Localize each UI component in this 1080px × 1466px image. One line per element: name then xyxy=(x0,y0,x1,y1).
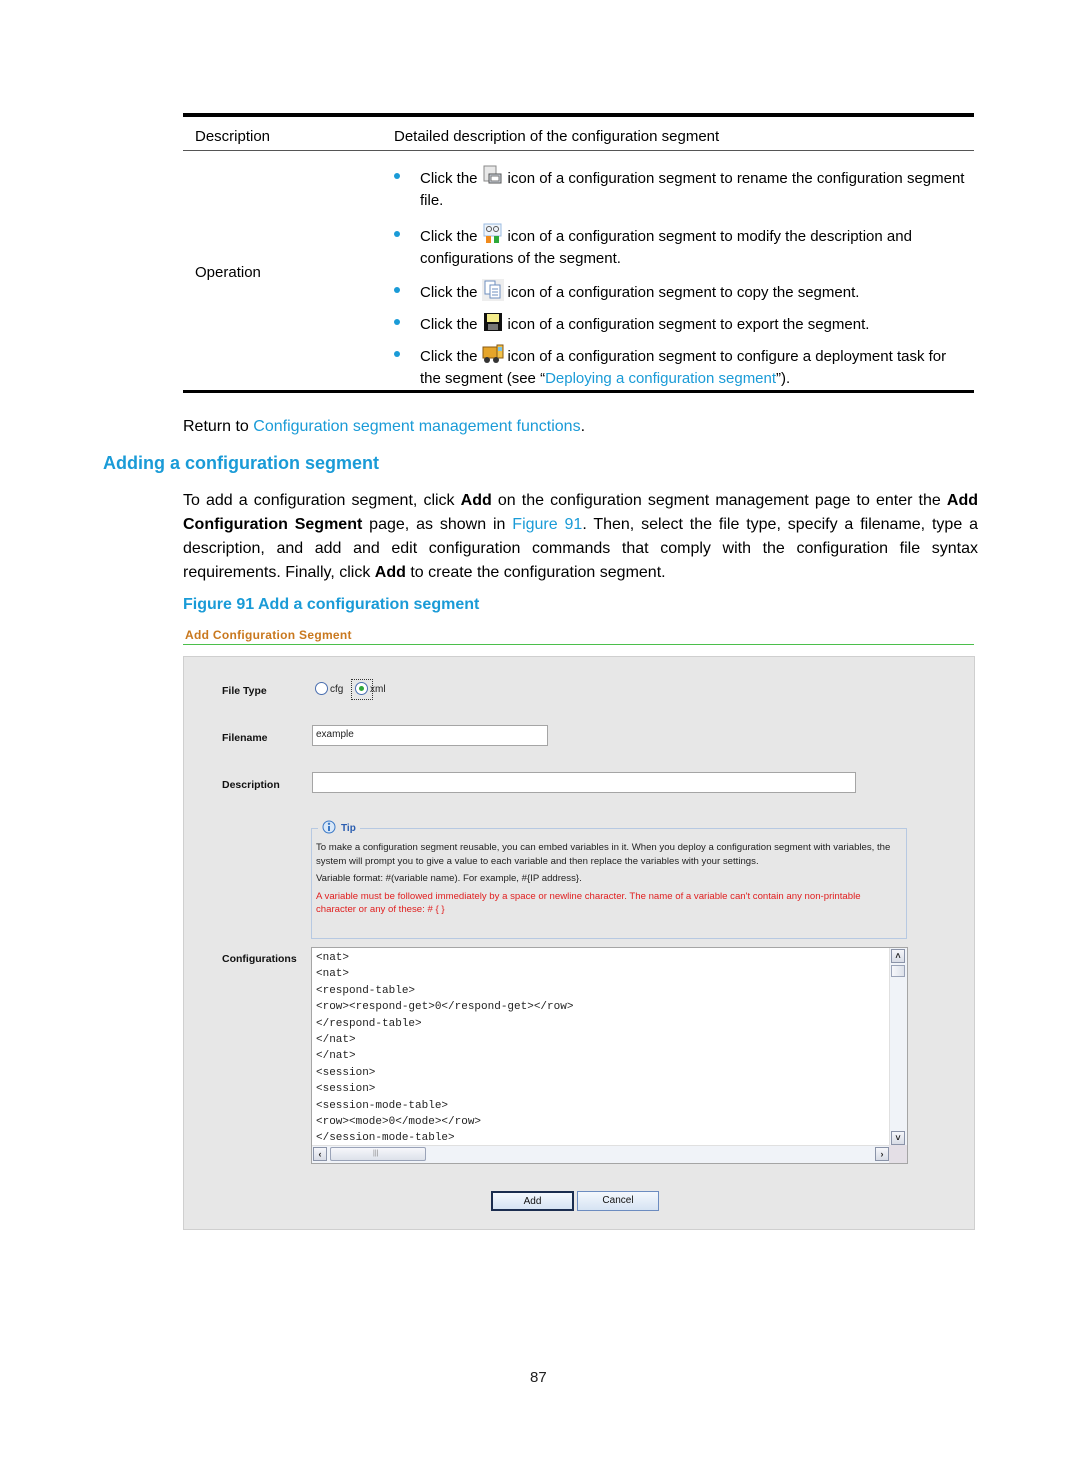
page-number: 87 xyxy=(530,1369,547,1386)
figure-91-link[interactable]: Figure 91 xyxy=(512,516,582,533)
modify-icon xyxy=(482,223,504,245)
scroll-up-button[interactable]: ˄ xyxy=(891,949,905,963)
scroll-right-button[interactable]: › xyxy=(875,1147,889,1161)
file-type-label: File Type xyxy=(222,685,267,697)
figure-page-title: Add Configuration Segment xyxy=(185,628,352,642)
table-header-rule xyxy=(183,150,974,151)
title-underline xyxy=(183,644,974,645)
table-header-detail: Detailed description of the configuratio… xyxy=(394,128,720,145)
segment-management-functions-link[interactable]: Configuration segment management functio… xyxy=(253,418,580,435)
cancel-button[interactable]: Cancel xyxy=(577,1191,659,1211)
filename-input[interactable]: example xyxy=(312,725,548,746)
tip-warning: A variable must be followed immediately … xyxy=(316,890,861,916)
configurations-label: Configurations xyxy=(222,953,297,965)
scroll-left-button[interactable]: ‹ xyxy=(313,1147,327,1161)
tip-box: Tip To make a configuration segment reus… xyxy=(311,820,907,939)
file-type-radio-cfg[interactable] xyxy=(315,682,328,695)
bullet-dot xyxy=(394,351,400,357)
scroll-down-button[interactable]: ˅ xyxy=(891,1131,905,1145)
horizontal-scroll-thumb[interactable]: ||| xyxy=(330,1147,426,1161)
rename-icon xyxy=(482,165,504,187)
file-type-radio-xml[interactable] xyxy=(355,682,368,695)
tip-text: To make a configuration segment reusable… xyxy=(316,842,891,867)
bullet-dot xyxy=(394,173,400,179)
deploy-truck-icon xyxy=(482,343,504,365)
file-type-xml-label: xml xyxy=(370,684,386,695)
description-label: Description xyxy=(222,779,280,791)
bullet-dot xyxy=(394,319,400,325)
scrollbar-corner xyxy=(889,1145,907,1163)
vertical-scroll-thumb[interactable] xyxy=(891,965,905,977)
add-segment-form: File Type cfg xml Filename example Descr… xyxy=(183,656,975,1230)
horizontal-scrollbar[interactable]: ‹ ||| › xyxy=(312,1145,890,1163)
table-top-rule xyxy=(183,113,974,117)
add-button[interactable]: Add xyxy=(491,1191,574,1211)
file-type-cfg-label: cfg xyxy=(330,684,344,695)
configurations-textarea[interactable]: <nat> <nat> <respond-table> <row><respon… xyxy=(311,947,908,1164)
export-floppy-icon xyxy=(482,311,504,333)
figure-caption: Figure 91 Add a configuration segment xyxy=(183,596,480,613)
return-line: Return to Configuration segment manageme… xyxy=(183,418,586,435)
vertical-scrollbar[interactable]: ˄ ˅ xyxy=(889,948,907,1146)
section-heading: Adding a configuration segment xyxy=(103,453,380,473)
bullet-dot xyxy=(394,287,400,293)
grip-icon: ||| xyxy=(373,1150,379,1157)
configurations-content: <nat> <nat> <respond-table> <row><respon… xyxy=(316,952,574,1145)
operation-label: Operation xyxy=(195,264,261,281)
copy-icon xyxy=(481,279,504,301)
tip-variable-format: Variable format: #(variable name). For e… xyxy=(316,873,582,884)
tip-body: To make a configuration segment reusable… xyxy=(316,841,901,921)
bullet-dot xyxy=(394,231,400,237)
body-paragraph: To add a configuration segment, click Ad… xyxy=(183,492,979,581)
info-icon xyxy=(322,820,338,837)
filename-label: Filename xyxy=(222,732,268,744)
description-input[interactable] xyxy=(312,772,856,793)
tip-legend: Tip xyxy=(318,820,360,837)
table-header-description: Description xyxy=(195,128,271,145)
deploying-segment-link[interactable]: Deploying a configuration segment xyxy=(545,370,776,387)
table-bottom-rule xyxy=(183,390,974,393)
